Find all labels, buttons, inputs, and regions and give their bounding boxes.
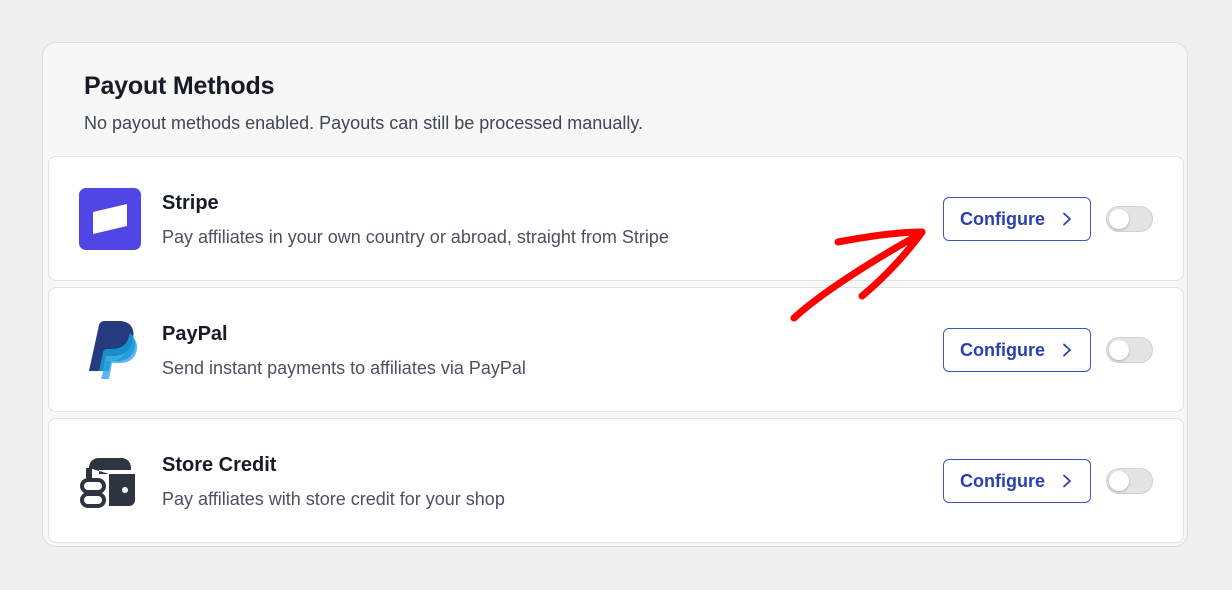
method-description: Send instant payments to affiliates via … — [162, 358, 526, 378]
method-name: Store Credit — [162, 454, 277, 476]
configure-store-credit-button[interactable]: Configure — [943, 459, 1091, 503]
wallet-icon — [79, 450, 141, 512]
configure-stripe-button[interactable]: Configure — [943, 197, 1091, 241]
configure-button-label: Configure — [960, 339, 1045, 360]
panel-title: Payout Methods — [84, 72, 275, 100]
stripe-icon — [79, 188, 141, 250]
page: Payout Methods No payout methods enabled… — [0, 0, 1232, 590]
method-name: PayPal — [162, 323, 228, 345]
store-credit-enable-toggle[interactable] — [1106, 468, 1153, 494]
method-description: Pay affiliates in your own country or ab… — [162, 227, 669, 247]
payout-method-store-credit: Store Credit Pay affiliates with store c… — [48, 418, 1184, 543]
method-description: Pay affiliates with store credit for you… — [162, 489, 505, 509]
payout-methods-panel: Payout Methods No payout methods enabled… — [42, 42, 1188, 547]
paypal-enable-toggle[interactable] — [1106, 337, 1153, 363]
payout-method-paypal: PayPal Send instant payments to affiliat… — [48, 287, 1184, 412]
toggle-knob — [1109, 340, 1129, 360]
configure-button-label: Configure — [960, 208, 1045, 229]
chevron-right-icon — [1063, 474, 1071, 488]
paypal-icon — [79, 319, 141, 381]
toggle-knob — [1109, 209, 1129, 229]
chevron-right-icon — [1063, 212, 1071, 226]
payout-method-stripe: Stripe Pay affiliates in your own countr… — [48, 156, 1184, 281]
panel-subtitle: No payout methods enabled. Payouts can s… — [84, 113, 643, 133]
configure-paypal-button[interactable]: Configure — [943, 328, 1091, 372]
method-name: Stripe — [162, 192, 219, 214]
stripe-enable-toggle[interactable] — [1106, 206, 1153, 232]
toggle-knob — [1109, 471, 1129, 491]
chevron-right-icon — [1063, 343, 1071, 357]
configure-button-label: Configure — [960, 470, 1045, 491]
